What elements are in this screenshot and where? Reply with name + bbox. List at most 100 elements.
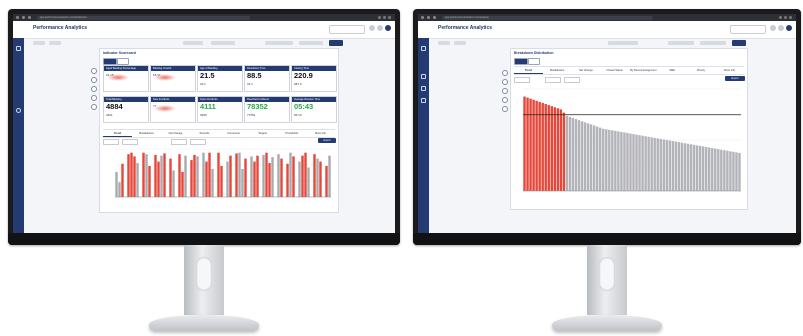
filter-select[interactable] — [608, 41, 638, 45]
profile-icon[interactable] — [789, 16, 792, 19]
forward-icon[interactable] — [22, 16, 25, 19]
indicator-card[interactable]: Average Resolve Time 05:43 06:10 — [291, 96, 337, 123]
chart-tool-icon[interactable] — [502, 70, 508, 76]
menu-icon[interactable] — [784, 16, 787, 19]
chart-tool-icon[interactable] — [502, 88, 508, 94]
tab[interactable]: By Record Assignment — [629, 67, 658, 74]
indicator-card[interactable]: Backlog Growth18.37 — [150, 65, 196, 92]
indicator-card[interactable]: Resolution Time 88.5 31.1 — [244, 65, 290, 92]
chart-tool-icon[interactable] — [91, 86, 97, 92]
tab[interactable]: Thresholds — [277, 130, 306, 137]
chart-bar — [193, 154, 196, 197]
tab[interactable]: Targets — [248, 130, 277, 137]
tab[interactable]: Comments — [219, 130, 248, 137]
period-select[interactable] — [514, 77, 530, 83]
tab[interactable]: Trend — [103, 130, 132, 137]
indicator-card[interactable]: Open Incidents 4111 3945 — [197, 96, 243, 123]
tab[interactable]: Net Change — [572, 67, 601, 74]
element-select[interactable] — [564, 77, 580, 83]
reload-icon[interactable] — [433, 16, 436, 19]
help-icon[interactable] — [369, 25, 375, 31]
indicator-card[interactable]: New Incidents77 — [150, 96, 196, 123]
back-icon[interactable] — [421, 16, 424, 19]
chart-tool-icon[interactable] — [502, 79, 508, 85]
tab[interactable]: More Info — [306, 130, 335, 137]
chart-bar — [208, 152, 211, 197]
indicator-card[interactable]: Aged Backlog Percentage24.15 — [103, 65, 149, 92]
extension-icon[interactable] — [378, 16, 381, 19]
tab[interactable]: Net Change — [161, 130, 190, 137]
view-chip[interactable] — [117, 58, 129, 65]
settings-icon[interactable] — [778, 25, 784, 31]
home-icon[interactable] — [421, 46, 426, 51]
menu-icon[interactable] — [383, 16, 386, 19]
indicator-card[interactable]: Closing Time 220.9 287.9 — [291, 65, 337, 92]
nav-icon[interactable] — [421, 98, 426, 103]
breakdown-chart — [523, 88, 741, 192]
export-button[interactable]: Export — [725, 76, 745, 81]
filter-select[interactable] — [265, 41, 293, 45]
element-select[interactable] — [190, 139, 206, 145]
avatar[interactable] — [786, 25, 792, 31]
chart-tool-icon[interactable] — [91, 104, 97, 110]
chart-tool-icon[interactable] — [502, 106, 508, 112]
chart-tool-icon[interactable] — [502, 97, 508, 103]
breakdown-select[interactable] — [171, 139, 187, 145]
breakdown-select[interactable] — [545, 77, 561, 83]
url-bar[interactable]: app.performanceanalytics.com/dashboard — [37, 15, 251, 20]
indicator-card[interactable]: Total Backlog 4884 4421 — [103, 96, 149, 123]
view-chip[interactable] — [103, 58, 117, 65]
avatar[interactable] — [385, 25, 391, 31]
toolbar-item[interactable] — [49, 41, 61, 45]
chart-bar — [550, 106, 553, 191]
export-button[interactable]: Export — [318, 138, 336, 143]
aggregate-select[interactable] — [122, 139, 138, 145]
filter-select[interactable] — [183, 41, 203, 45]
filter-select[interactable] — [211, 41, 235, 45]
tab[interactable]: Priority — [687, 67, 716, 74]
help-icon[interactable] — [770, 25, 776, 31]
apply-button[interactable] — [732, 40, 746, 46]
filter-select[interactable] — [668, 41, 694, 45]
indicator-card[interactable]: Resolved Incidents 78352 77254 — [244, 96, 290, 123]
filter-select[interactable] — [700, 41, 726, 45]
forward-icon[interactable] — [427, 16, 430, 19]
tab[interactable]: Breakdowns — [543, 67, 572, 74]
nav-icon[interactable] — [421, 86, 426, 91]
toolbar-item[interactable] — [454, 41, 466, 45]
view-chip[interactable] — [528, 58, 540, 65]
back-icon[interactable] — [16, 16, 19, 19]
home-icon[interactable] — [16, 46, 21, 51]
tab[interactable]: SME — [658, 67, 687, 74]
profile-icon[interactable] — [388, 16, 391, 19]
extension-icon[interactable] — [779, 16, 782, 19]
chart-tool-icon[interactable] — [91, 68, 97, 74]
period-select[interactable] — [103, 139, 119, 145]
filter-select[interactable] — [299, 41, 323, 45]
apply-button[interactable] — [329, 40, 343, 46]
right-stand-base — [552, 315, 662, 331]
tab[interactable]: Trend — [514, 67, 543, 74]
settings-icon[interactable] — [377, 25, 383, 31]
tab[interactable]: Closed Status — [600, 67, 629, 74]
search-input[interactable] — [730, 25, 766, 34]
chart-bar — [668, 140, 672, 191]
search-input[interactable] — [329, 25, 365, 34]
toolbar-item[interactable] — [33, 41, 45, 45]
view-chip[interactable] — [514, 58, 528, 65]
tab[interactable]: Records — [190, 130, 219, 137]
chart-bar — [172, 170, 175, 197]
indicator-card[interactable]: Age of Backlog 21.5 22.1 — [197, 65, 243, 92]
tab[interactable]: Breakdowns — [132, 130, 161, 137]
toolbar-item[interactable] — [438, 41, 450, 45]
right-stand — [587, 245, 627, 315]
cable-hole — [599, 257, 615, 291]
reload-icon[interactable] — [28, 16, 31, 19]
card-previous-value: 77254 — [247, 113, 256, 117]
nav-icon[interactable] — [421, 74, 426, 79]
chart-tool-icon[interactable] — [91, 95, 97, 101]
tab[interactable]: More Info — [715, 67, 744, 74]
chart-tool-icon[interactable] — [91, 77, 97, 83]
url-bar[interactable]: app.performanceanalytics.com/analysis — [442, 15, 653, 20]
nav-icon[interactable] — [16, 108, 21, 113]
